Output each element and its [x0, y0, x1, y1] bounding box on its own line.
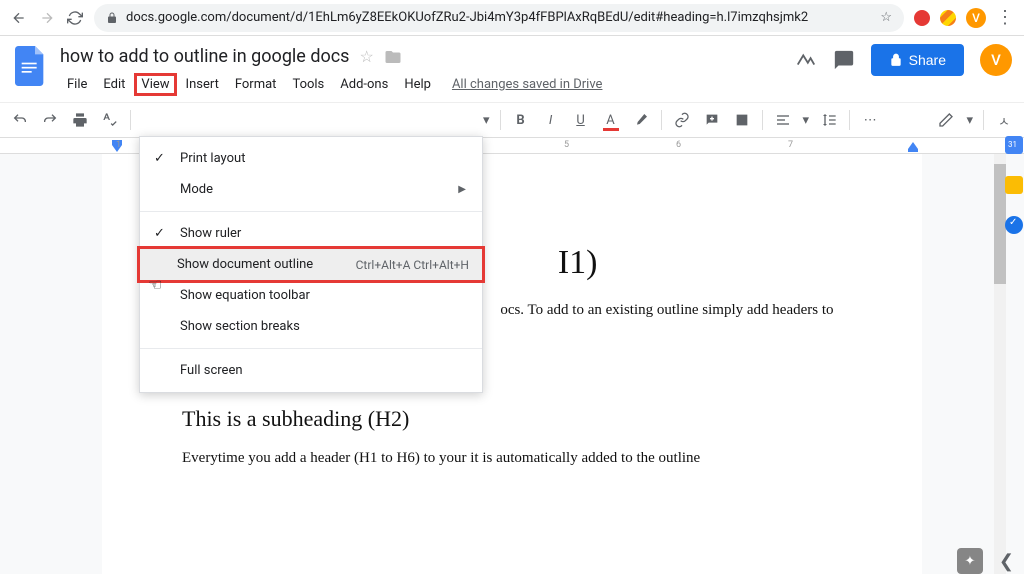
align-dropdown[interactable]: ▾ — [799, 113, 814, 128]
print-button[interactable] — [66, 106, 94, 134]
menu-show-section-breaks[interactable]: Show section breaks — [140, 311, 482, 342]
check-icon: ✓ — [154, 226, 165, 241]
document-title[interactable]: how to add to outline in google docs — [60, 44, 349, 69]
browser-profile-avatar[interactable]: V — [966, 8, 986, 28]
ruler-tick: 6 — [676, 140, 681, 150]
view-menu-dropdown: ✓ Print layout Mode ▶ ✓ Show ruler Show … — [139, 136, 483, 393]
star-document-icon[interactable]: ☆ — [359, 47, 373, 66]
forward-button[interactable] — [38, 9, 56, 27]
address-bar[interactable]: docs.google.com/document/d/1EhLm6yZ8EEkO… — [94, 4, 904, 32]
reload-button[interactable] — [66, 9, 84, 27]
bookmark-star-icon[interactable]: ☆ — [880, 10, 892, 25]
menu-edit[interactable]: Edit — [96, 73, 132, 96]
menu-show-ruler[interactable]: ✓ Show ruler — [140, 218, 482, 249]
menu-help[interactable]: Help — [397, 73, 438, 96]
side-panel — [1004, 136, 1024, 234]
browser-toolbar: docs.google.com/document/d/1EhLm6yZ8EEkO… — [0, 0, 1024, 36]
back-button[interactable] — [10, 9, 28, 27]
line-spacing-button[interactable] — [815, 106, 843, 134]
bold-button[interactable]: B — [507, 106, 535, 134]
keep-icon[interactable] — [1005, 176, 1023, 194]
activity-icon[interactable] — [795, 49, 817, 71]
menu-print-layout[interactable]: ✓ Print layout — [140, 143, 482, 174]
show-side-panel-icon[interactable]: ❮ — [999, 551, 1014, 572]
mouse-cursor-icon: ☜ — [148, 275, 162, 294]
menu-file[interactable]: File — [60, 73, 94, 96]
menu-tools[interactable]: Tools — [285, 73, 331, 96]
extension-icon-2[interactable] — [940, 10, 956, 26]
align-button[interactable] — [769, 106, 797, 134]
url-text: docs.google.com/document/d/1EhLm6yZ8EEkO… — [126, 10, 808, 25]
menu-mode[interactable]: Mode ▶ — [140, 174, 482, 205]
heading-2[interactable]: This is a subheading (H2) — [182, 406, 842, 432]
redo-button[interactable] — [36, 106, 64, 134]
calendar-icon[interactable] — [1005, 136, 1023, 154]
editing-mode-dropdown[interactable]: ▾ — [962, 113, 977, 128]
toolbar: ▾ B I U A ▾ ⋯ ▾ ㅅ — [0, 102, 1024, 138]
menu-separator — [140, 211, 482, 212]
more-tools-button[interactable]: ⋯ — [856, 106, 884, 134]
text-color-button[interactable]: A — [597, 106, 625, 134]
insert-image-button[interactable] — [728, 106, 756, 134]
insert-link-button[interactable] — [668, 106, 696, 134]
keyboard-shortcut: Ctrl+Alt+A Ctrl+Alt+H — [356, 258, 469, 272]
insert-comment-button[interactable] — [698, 106, 726, 134]
comments-icon[interactable] — [833, 49, 855, 71]
style-dropdown-arrow[interactable]: ▾ — [479, 113, 494, 128]
submenu-arrow-icon: ▶ — [458, 184, 466, 195]
extension-icon-1[interactable] — [914, 10, 930, 26]
editing-mode-button[interactable] — [932, 106, 960, 134]
ruler-tick: 1 — [116, 140, 121, 150]
check-icon: ✓ — [154, 151, 165, 166]
menu-show-equation[interactable]: Show equation toolbar — [140, 280, 482, 311]
docs-logo-icon[interactable] — [12, 44, 48, 88]
menu-bar: File Edit View Insert Format Tools Add-o… — [60, 73, 783, 96]
menu-show-outline[interactable]: Show document outline Ctrl+Alt+A Ctrl+Al… — [137, 246, 485, 283]
menu-addons[interactable]: Add-ons — [333, 73, 395, 96]
underline-button[interactable]: U — [567, 106, 595, 134]
docs-header: how to add to outline in google docs ☆ F… — [0, 36, 1024, 96]
share-button[interactable]: Share — [871, 44, 964, 76]
italic-button[interactable]: I — [537, 106, 565, 134]
menu-insert[interactable]: Insert — [179, 73, 226, 96]
hide-menus-button[interactable]: ㅅ — [990, 106, 1018, 134]
menu-full-screen[interactable]: Full screen — [140, 355, 482, 386]
paragraph-2[interactable]: Everytime you add a header (H1 to H6) to… — [182, 446, 842, 470]
menu-separator — [140, 348, 482, 349]
ruler-tick: 7 — [788, 140, 793, 150]
share-label: Share — [909, 52, 946, 68]
account-avatar[interactable]: V — [980, 44, 1012, 76]
explore-button[interactable]: ✦ — [957, 548, 983, 574]
right-indent-marker[interactable] — [908, 142, 918, 152]
lock-icon — [106, 12, 118, 24]
bottom-actions: ✦ ❮ — [957, 548, 1014, 574]
highlight-button[interactable] — [627, 106, 655, 134]
browser-menu-icon[interactable]: ⋮ — [996, 7, 1014, 28]
ruler-tick: 5 — [564, 140, 569, 150]
menu-format[interactable]: Format — [228, 73, 284, 96]
spellcheck-button[interactable] — [96, 106, 124, 134]
move-document-icon[interactable] — [384, 48, 402, 66]
save-status[interactable]: All changes saved in Drive — [452, 77, 603, 92]
undo-button[interactable] — [6, 106, 34, 134]
menu-view[interactable]: View — [134, 73, 176, 96]
lock-icon — [889, 53, 903, 67]
tasks-icon[interactable] — [1005, 216, 1023, 234]
